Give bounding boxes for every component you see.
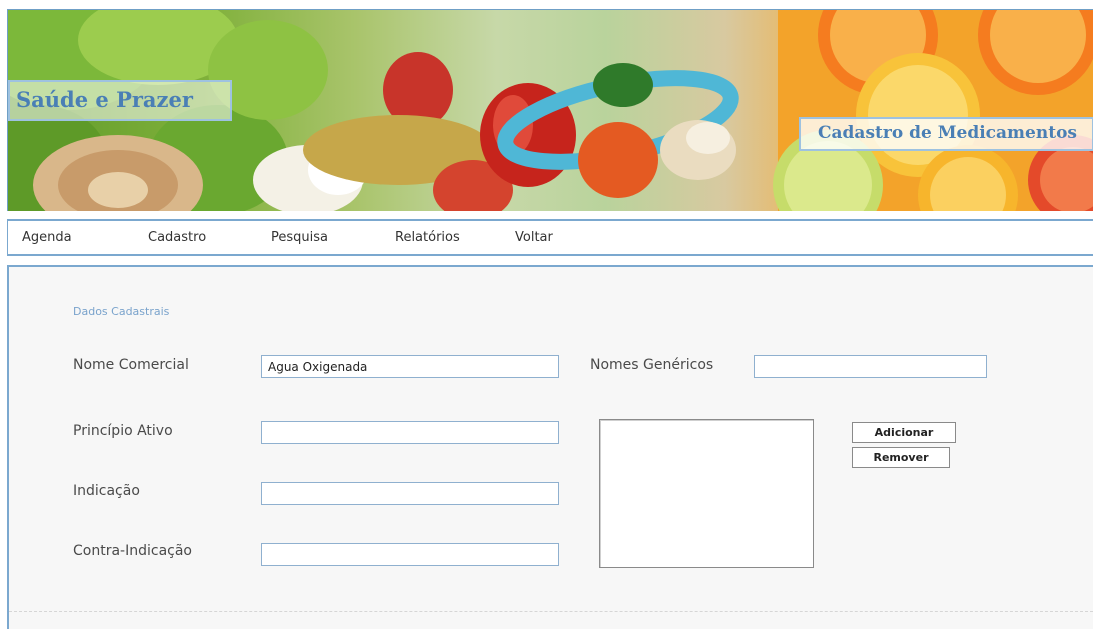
nome-comercial-input[interactable] — [261, 355, 559, 378]
menu-item-cadastro[interactable]: Cadastro — [148, 230, 206, 245]
section-title: Cadastro de Medicamentos — [818, 123, 1077, 143]
section-title-box: Cadastro de Medicamentos — [799, 117, 1093, 151]
main-menu: Agenda Cadastro Pesquisa Relatórios Volt… — [7, 219, 1093, 256]
indicacao-input[interactable] — [261, 482, 559, 505]
remover-button[interactable]: Remover — [852, 447, 950, 468]
form-panel: Dados Cadastrais Nome Comercial Nomes Ge… — [7, 265, 1093, 629]
menu-item-agenda[interactable]: Agenda — [22, 230, 72, 245]
adicionar-button[interactable]: Adicionar — [852, 422, 956, 443]
page: Saúde e Prazer Cadastro de Medicamentos … — [0, 0, 1093, 629]
principio-ativo-label: Princípio Ativo — [73, 423, 173, 439]
contra-indicacao-input[interactable] — [261, 543, 559, 566]
fieldset-legend: Dados Cadastrais — [73, 305, 170, 318]
header-banner: Saúde e Prazer Cadastro de Medicamentos — [7, 9, 1093, 211]
contra-indicacao-label: Contra-Indicação — [73, 543, 192, 559]
principio-ativo-input[interactable] — [261, 421, 559, 444]
nome-comercial-label: Nome Comercial — [73, 357, 189, 373]
brand-title: Saúde e Prazer — [16, 87, 193, 112]
panel-divider — [9, 611, 1093, 612]
indicacao-label: Indicação — [73, 483, 140, 499]
nomes-genericos-label: Nomes Genéricos — [590, 357, 714, 373]
generic-names-listbox[interactable] — [599, 419, 814, 568]
nomes-genericos-input[interactable] — [754, 355, 987, 378]
menu-item-relatorios[interactable]: Relatórios — [395, 230, 460, 245]
brand-box: Saúde e Prazer — [8, 80, 232, 121]
menu-item-voltar[interactable]: Voltar — [515, 230, 553, 245]
menu-item-pesquisa[interactable]: Pesquisa — [271, 230, 328, 245]
